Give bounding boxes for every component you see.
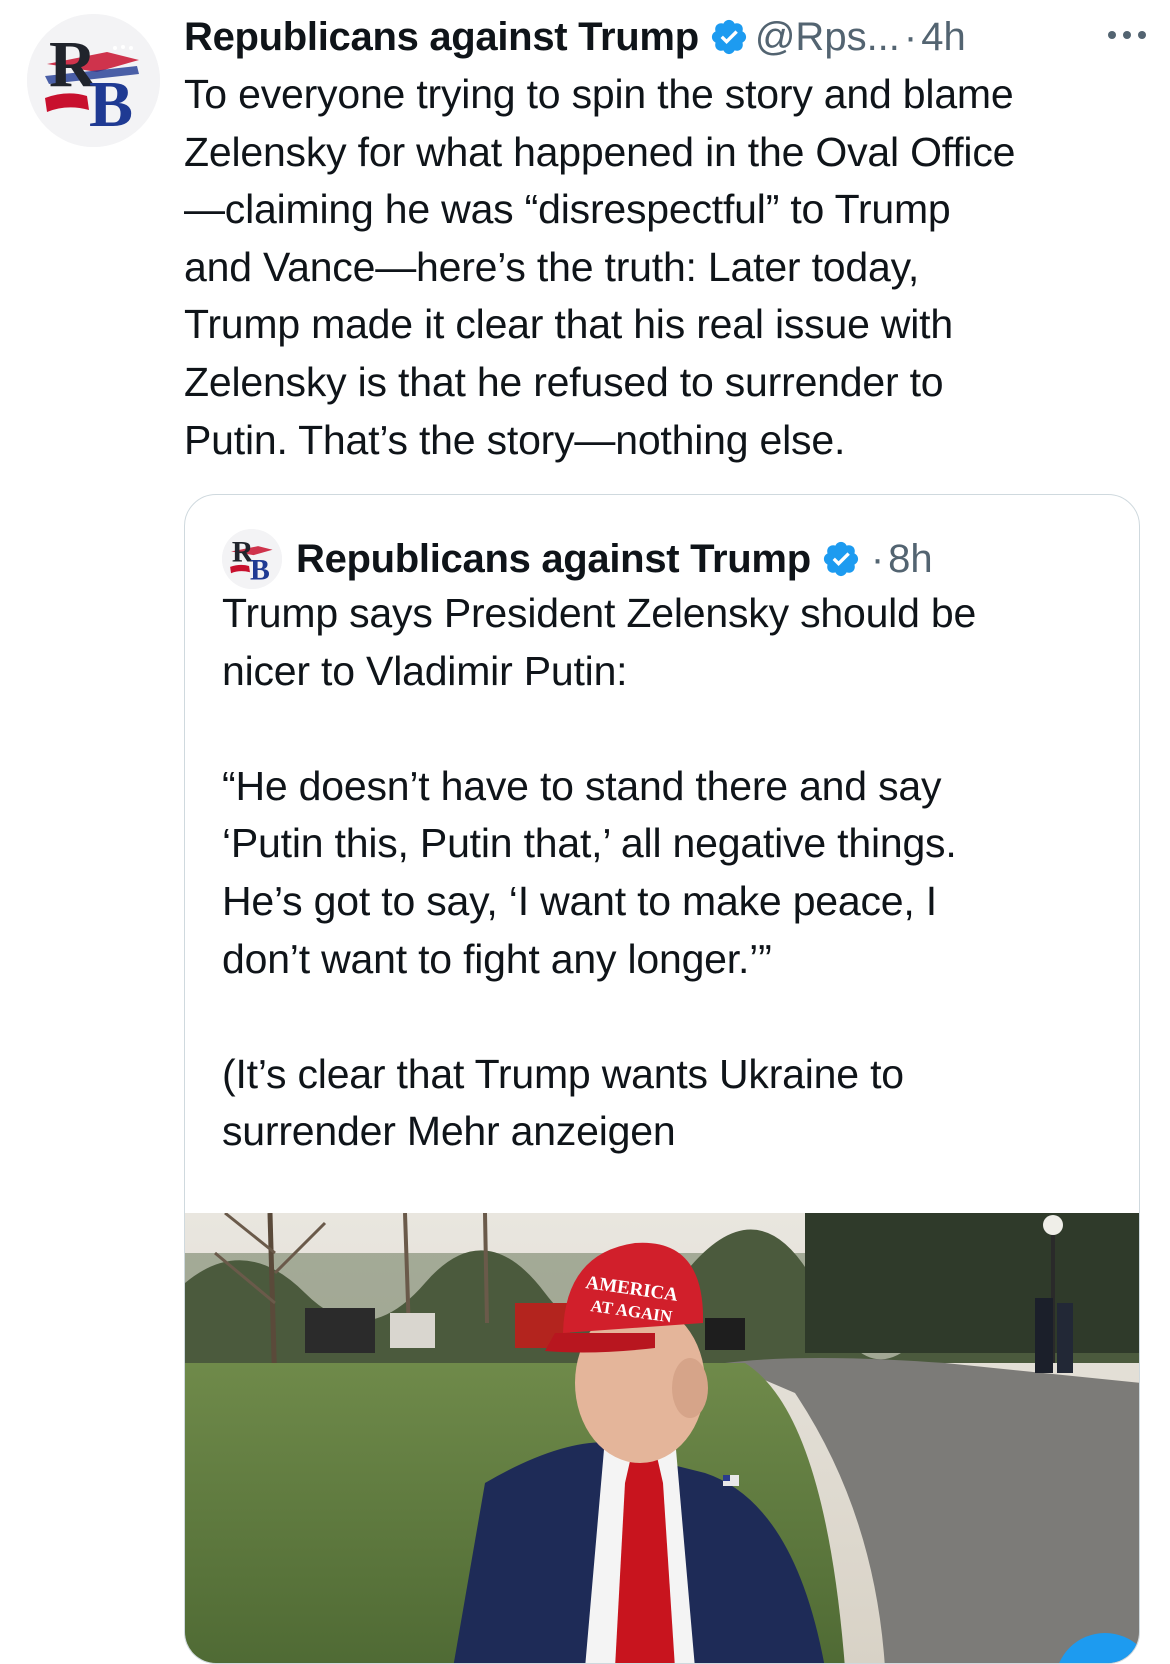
logo-letter-b: B: [250, 554, 270, 587]
media-thumbnail[interactable]: AMERICA AT AGAIN: [185, 1213, 1140, 1664]
quoted-tweet-timestamp[interactable]: 8h: [888, 537, 933, 582]
tweet-header: Republicans against Trump @Rps... · 4h: [184, 10, 1150, 64]
quoted-author-avatar[interactable]: R B: [222, 529, 282, 589]
rb-logo-icon: R B: [27, 14, 160, 147]
quoted-tweet-text: Trump says President Zelensky should be …: [222, 590, 977, 1155]
author-handle[interactable]: @Rps...: [755, 15, 900, 60]
logo-letter-b: B: [89, 68, 133, 141]
more-dots-icon[interactable]: [1104, 20, 1150, 50]
separator-dot: ·: [870, 536, 885, 581]
separator-dot: ·: [903, 14, 918, 59]
verified-badge-icon: [711, 19, 746, 55]
verified-badge-icon: [823, 541, 858, 577]
quoted-tweet-header: R B Republicans against Trump · 8h: [222, 529, 933, 589]
tweet-text: To everyone trying to spin the story and…: [184, 71, 1016, 463]
tweet-timestamp[interactable]: 4h: [921, 15, 966, 60]
rb-logo-icon: R B: [222, 529, 282, 589]
quoted-author-name[interactable]: Republicans against Trump: [296, 537, 811, 582]
author-name[interactable]: Republicans against Trump: [184, 15, 699, 60]
author-avatar[interactable]: R B: [27, 14, 160, 147]
quoted-tweet-card[interactable]: R B Republicans against Trump · 8h Trump…: [184, 494, 1140, 1664]
